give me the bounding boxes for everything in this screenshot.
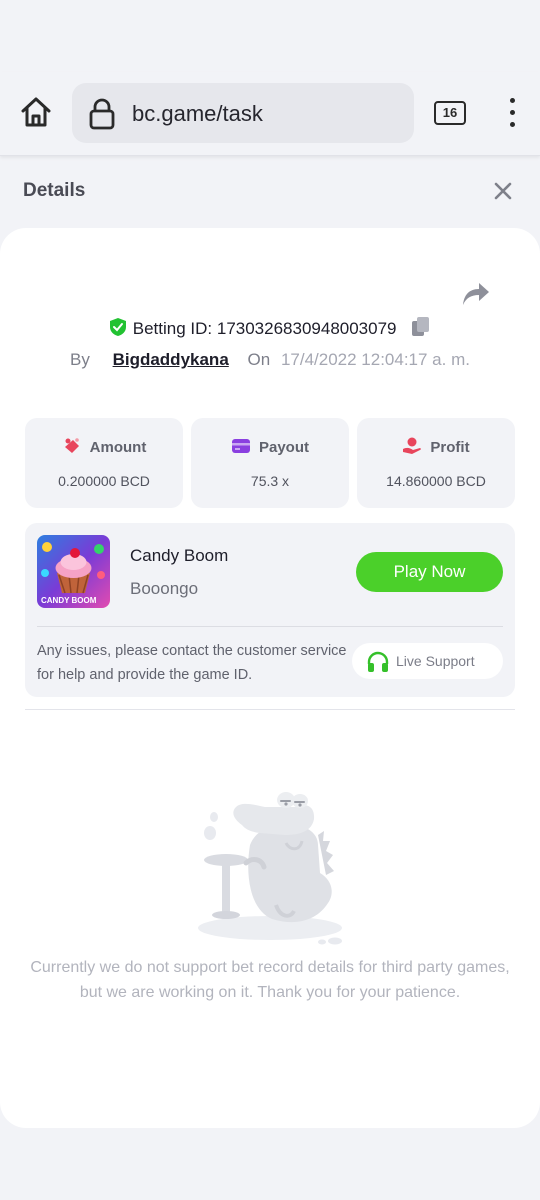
section-divider — [25, 709, 515, 710]
game-card: CANDY BOOM Candy Boom Booongo Play Now A… — [25, 523, 515, 697]
game-provider: Booongo — [130, 579, 199, 598]
empty-state-message: Currently we do not support bet record d… — [30, 959, 510, 1001]
divider — [37, 626, 503, 627]
game-name: Candy Boom — [130, 546, 229, 565]
address-bar[interactable]: bc.game/task — [72, 83, 414, 143]
payout-card: Payout 75.3 x — [191, 418, 349, 508]
amount-card: Amount 0.200000 BCD — [25, 418, 183, 508]
share-icon[interactable] — [461, 281, 491, 307]
game-thumbnail[interactable]: CANDY BOOM — [37, 535, 110, 608]
by-label: By — [70, 350, 90, 369]
page-title: Details — [23, 180, 86, 201]
profit-card: Profit 14.860000 BCD — [357, 418, 515, 508]
headset-icon — [366, 650, 390, 674]
card-icon — [231, 439, 250, 453]
status-area — [0, 0, 540, 80]
lock-icon — [88, 98, 116, 130]
betting-id-label: Betting ID: — [132, 319, 213, 338]
tabs-icon[interactable]: 16 — [434, 101, 466, 125]
live-support-button[interactable]: Live Support — [352, 643, 503, 679]
bet-datetime: 17/4/2022 12:04:17 a. m. — [280, 350, 470, 369]
copy-icon[interactable] — [411, 316, 431, 338]
more-vertical-icon[interactable] — [504, 96, 522, 132]
support-note: Any issues, please contact the customer … — [37, 643, 347, 683]
username-link[interactable]: Bigdaddykana — [113, 350, 229, 369]
close-icon[interactable] — [490, 178, 516, 204]
profit-label: Profit — [430, 439, 470, 456]
crocodile-illustration — [190, 785, 350, 950]
payout-value: 75.3 x — [250, 473, 290, 489]
hand-coin-icon — [403, 437, 422, 454]
betting-id-row: Betting ID: 1730326830948003079 — [0, 316, 540, 339]
amount-label: Amount — [89, 439, 147, 456]
amount-value: 0.200000 BCD — [58, 473, 150, 489]
live-support-label: Live Support — [396, 653, 475, 669]
on-label: On — [247, 350, 271, 369]
home-icon[interactable] — [18, 94, 54, 130]
shield-check-icon — [109, 317, 127, 337]
game-thumbnail-caption: CANDY BOOM — [41, 596, 97, 605]
play-now-button[interactable]: Play Now — [356, 552, 503, 592]
browser-toolbar: bc.game/task 16 — [0, 72, 540, 156]
url-text: bc.game/task — [132, 101, 263, 126]
coins-icon — [64, 438, 79, 453]
profit-value: 14.860000 BCD — [386, 473, 486, 489]
payout-label: Payout — [258, 439, 309, 456]
author-row: By Bigdaddykana On 17/4/2022 12:04:17 a.… — [0, 350, 540, 370]
betting-id-value: 1730326830948003079 — [216, 319, 397, 338]
